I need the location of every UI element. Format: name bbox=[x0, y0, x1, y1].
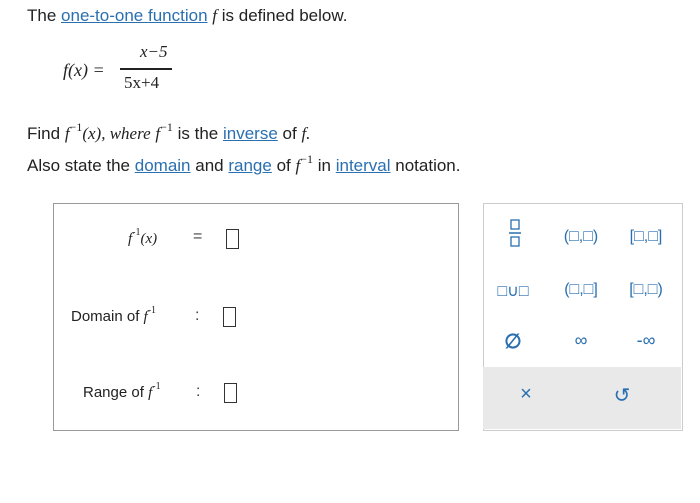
equals-sign: = bbox=[193, 228, 203, 245]
range-label: Range of f-1 bbox=[83, 381, 161, 401]
interval-link[interactable]: interval bbox=[336, 156, 391, 175]
union-button[interactable]: □∪□ bbox=[490, 281, 536, 301]
fraction-denominator: 5x+4 bbox=[124, 73, 160, 92]
closed-closed-interval-button[interactable]: [□,□] bbox=[621, 228, 671, 246]
fraction-button[interactable] bbox=[505, 218, 525, 253]
infinity-button[interactable]: ∞ bbox=[561, 330, 601, 351]
undo-button[interactable]: ↺ bbox=[610, 383, 634, 408]
domain-label: Domain of f-1 bbox=[71, 305, 157, 325]
answer-panel: f-1(x) = Domain of f-1 : Range of f-1 : bbox=[53, 203, 459, 431]
range-input[interactable] bbox=[224, 383, 237, 403]
negative-infinity-button[interactable]: -∞ bbox=[621, 330, 671, 351]
empty-set-button[interactable]: ∅ bbox=[498, 329, 528, 354]
fraction-icon bbox=[509, 219, 521, 247]
inverse-link[interactable]: inverse bbox=[223, 124, 278, 143]
open-closed-interval-button[interactable]: (□,□] bbox=[556, 281, 606, 299]
question-line-1: The one-to-one function f is defined bel… bbox=[27, 6, 348, 25]
inverse-input[interactable] bbox=[226, 229, 239, 249]
inverse-label: f-1(x) bbox=[128, 227, 158, 247]
open-open-interval-button[interactable]: (□,□) bbox=[556, 228, 606, 246]
domain-input[interactable] bbox=[223, 307, 236, 327]
fraction-numerator: x−5 bbox=[140, 42, 168, 61]
fraction-bar bbox=[120, 68, 172, 70]
function-lhs: f(x) = bbox=[63, 60, 105, 80]
clear-button[interactable]: × bbox=[516, 383, 536, 406]
question-line-find: Find f−1(x), where f−1 is the inverse of… bbox=[27, 120, 311, 143]
domain-colon: : bbox=[195, 307, 200, 324]
domain-link[interactable]: domain bbox=[135, 156, 191, 175]
one-to-one-function-link[interactable]: one-to-one function bbox=[61, 6, 208, 25]
range-colon: : bbox=[196, 383, 201, 400]
palette-action-bar: × ↺ bbox=[483, 367, 681, 429]
closed-open-interval-button[interactable]: [□,□) bbox=[621, 281, 671, 299]
range-link[interactable]: range bbox=[228, 156, 271, 175]
question-line-state: Also state the domain and range of f−1 i… bbox=[27, 152, 461, 175]
